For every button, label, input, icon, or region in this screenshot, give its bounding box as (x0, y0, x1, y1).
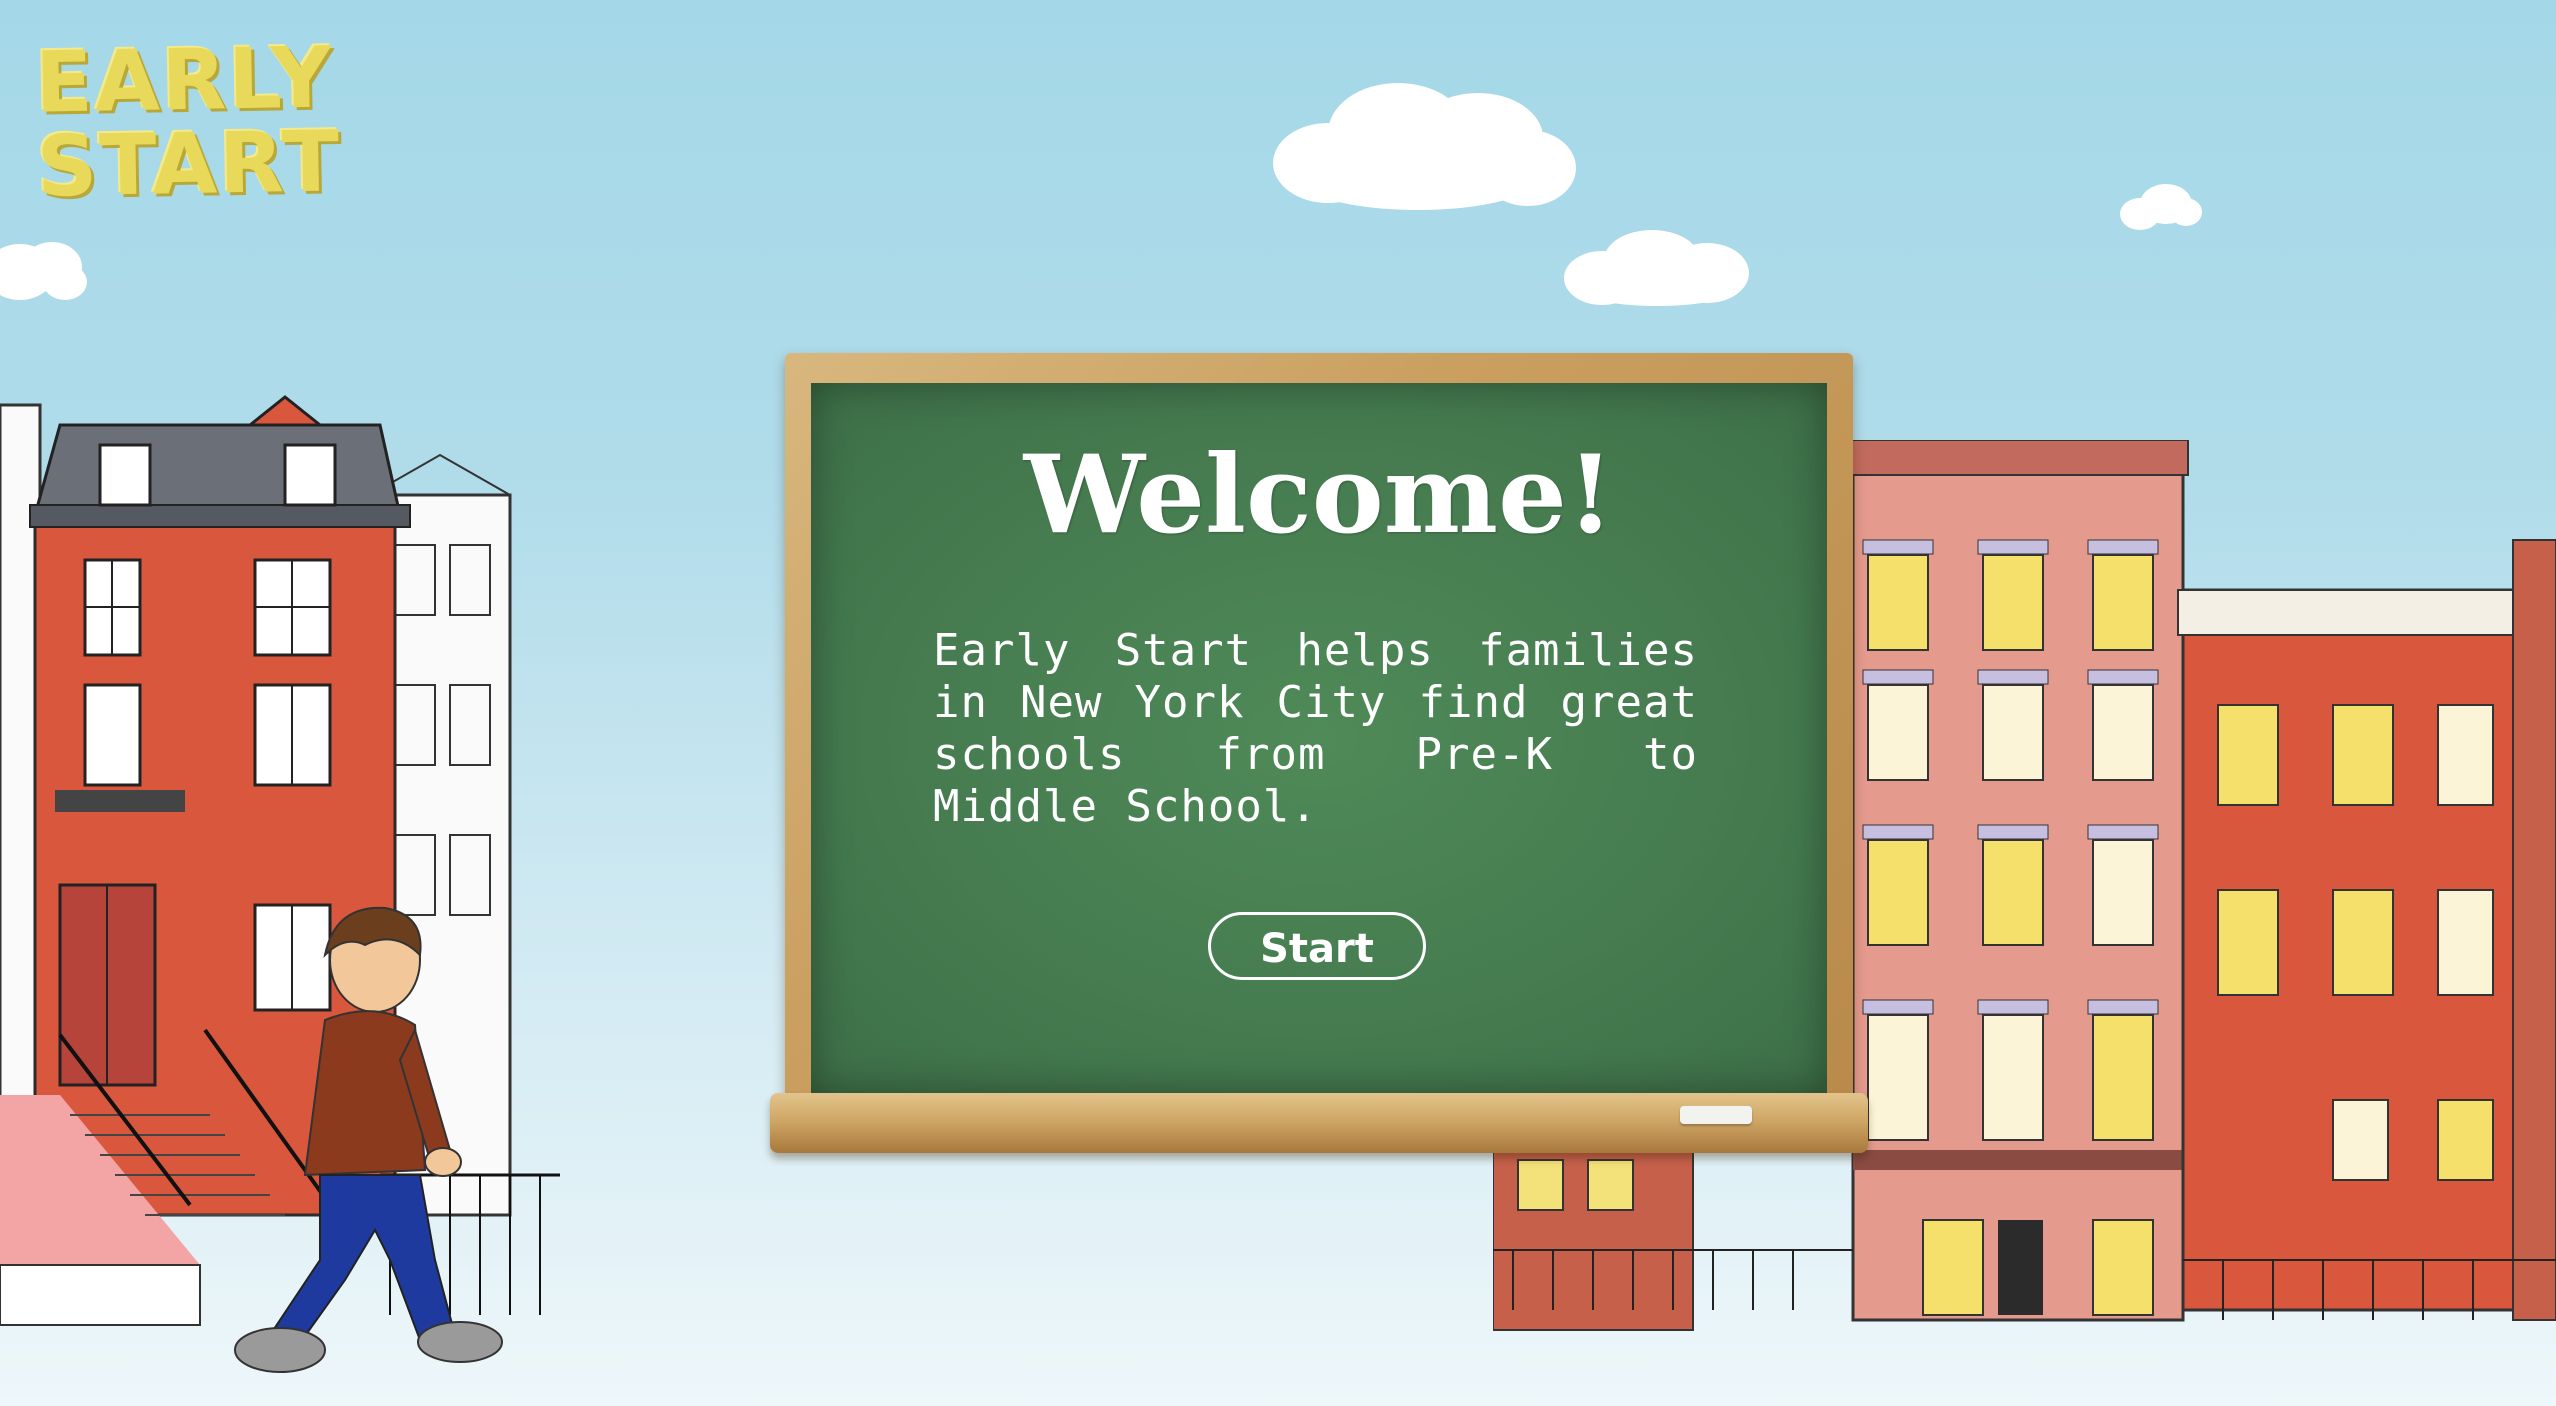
welcome-title: Welcome! (1023, 432, 1615, 558)
start-button[interactable]: Start (1208, 912, 1426, 980)
cloud-icon (1562, 228, 1752, 308)
cloud-icon (0, 232, 90, 307)
logo-line-start: START (35, 112, 343, 216)
cloud-icon (2118, 182, 2203, 232)
walking-boy-illustration (225, 900, 525, 1394)
early-start-logo[interactable]: EARLY START (34, 28, 343, 216)
welcome-description: Early Start helps families in New York C… (933, 625, 1698, 832)
chalk-icon (1680, 1106, 1752, 1124)
logo-line-early: EARLY (34, 28, 335, 132)
cloud-icon (1268, 78, 1578, 213)
